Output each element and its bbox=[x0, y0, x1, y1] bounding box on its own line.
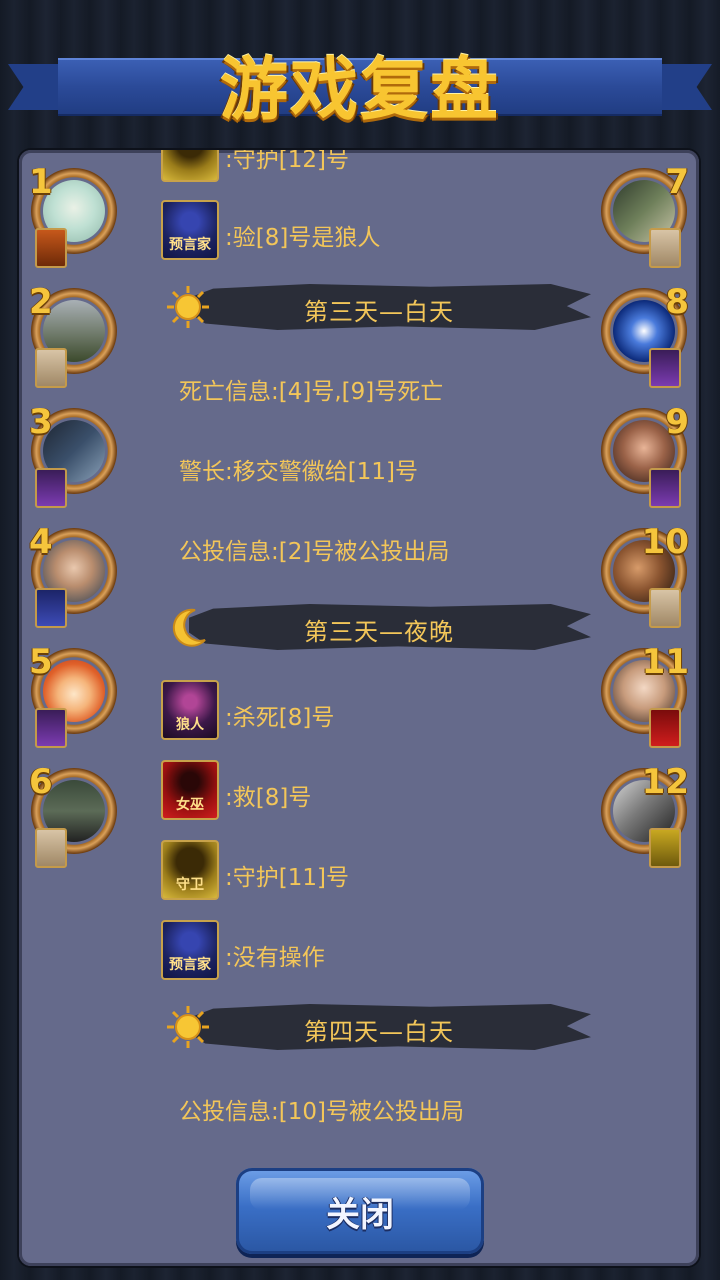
player-seat-7[interactable]: 7 bbox=[593, 160, 693, 268]
player-seat-3[interactable]: 3 bbox=[23, 400, 123, 508]
close-button[interactable]: 关闭 bbox=[236, 1168, 484, 1254]
role-badge-wolf-icon bbox=[649, 348, 681, 388]
day-title: 第三天—白天 bbox=[304, 298, 454, 326]
log-text: 死亡信息:[4]号,[9]号死亡 bbox=[179, 379, 444, 405]
seer-card-icon: 预言家 bbox=[161, 200, 219, 260]
role-badge-guard-icon bbox=[649, 828, 681, 868]
role-badge-wolf-icon bbox=[649, 468, 681, 508]
action-text: :没有操作 bbox=[225, 945, 325, 971]
day-header-night3: 第三天—夜晚 bbox=[159, 596, 599, 656]
guard-card-icon: 守卫 bbox=[161, 840, 219, 900]
action-text: :守护[12]号 bbox=[225, 150, 349, 173]
witch-card-icon: 女巫 bbox=[161, 760, 219, 820]
log-text: 公投信息:[10]号被公投出局 bbox=[179, 1099, 464, 1125]
role-badge-seer-icon bbox=[35, 588, 67, 628]
log-text: 警长:移交警徽给[11]号 bbox=[179, 459, 418, 485]
day-title: 第四天—白天 bbox=[304, 1018, 454, 1046]
guard-card-icon bbox=[161, 150, 219, 182]
player-seat-8[interactable]: 8 bbox=[593, 280, 693, 388]
player-seat-6[interactable]: 6 bbox=[23, 760, 123, 868]
action-text: :杀死[8]号 bbox=[225, 705, 335, 731]
seat-number: 8 bbox=[665, 282, 689, 322]
player-seat-12[interactable]: 12 bbox=[593, 760, 693, 868]
seat-number: 5 bbox=[29, 642, 53, 682]
player-seat-2[interactable]: 2 bbox=[23, 280, 123, 388]
review-panel: 1 2 3 4 5 6 7 8 9 10 11 12:守护[12]号 预言家 … bbox=[19, 150, 699, 1266]
action-text: :守护[11]号 bbox=[225, 865, 349, 891]
player-seat-9[interactable]: 9 bbox=[593, 400, 693, 508]
seat-number: 6 bbox=[29, 762, 53, 802]
role-badge-wolf-icon bbox=[35, 468, 67, 508]
seat-number: 4 bbox=[29, 522, 53, 562]
seat-number: 12 bbox=[641, 762, 689, 802]
card-label: 预言家 bbox=[169, 957, 211, 973]
seat-number: 11 bbox=[641, 642, 689, 682]
wolf-card-icon: 狼人 bbox=[161, 680, 219, 740]
player-seat-11[interactable]: 11 bbox=[593, 640, 693, 748]
day-header-day4: 第四天—白天 bbox=[159, 996, 599, 1056]
role-badge-wolf-icon bbox=[35, 708, 67, 748]
action-text: :验[8]号是狼人 bbox=[225, 225, 381, 251]
seat-number: 10 bbox=[641, 522, 689, 562]
seat-number: 2 bbox=[29, 282, 53, 322]
day-header-day3: 第三天—白天 bbox=[159, 276, 599, 336]
seat-number: 9 bbox=[665, 402, 689, 442]
card-label: 狼人 bbox=[176, 717, 204, 733]
player-seat-5[interactable]: 5 bbox=[23, 640, 123, 748]
seat-number: 3 bbox=[29, 402, 53, 442]
seat-number: 7 bbox=[665, 162, 689, 202]
role-badge-witch-icon bbox=[649, 708, 681, 748]
action-text: :救[8]号 bbox=[225, 785, 312, 811]
close-button-label: 关闭 bbox=[326, 1194, 394, 1235]
page-title: 游戏复盘 bbox=[219, 51, 500, 130]
seat-number: 1 bbox=[29, 162, 53, 202]
player-seat-1[interactable]: 1 bbox=[23, 160, 123, 268]
day-title: 第三天—夜晚 bbox=[304, 618, 454, 646]
seer-card-icon: 预言家 bbox=[161, 920, 219, 980]
card-label: 预言家 bbox=[169, 237, 211, 253]
role-badge-villager-icon bbox=[35, 828, 67, 868]
log-text: 公投信息:[2]号被公投出局 bbox=[179, 539, 450, 565]
role-badge-villager-icon bbox=[649, 228, 681, 268]
role-badge-villager-icon bbox=[649, 588, 681, 628]
player-seat-10[interactable]: 10 bbox=[593, 520, 693, 628]
card-label: 女巫 bbox=[176, 797, 204, 813]
card-label: 守卫 bbox=[176, 877, 204, 893]
player-seat-4[interactable]: 4 bbox=[23, 520, 123, 628]
role-badge-villager-icon bbox=[35, 348, 67, 388]
role-badge-hunter-icon bbox=[35, 228, 67, 268]
